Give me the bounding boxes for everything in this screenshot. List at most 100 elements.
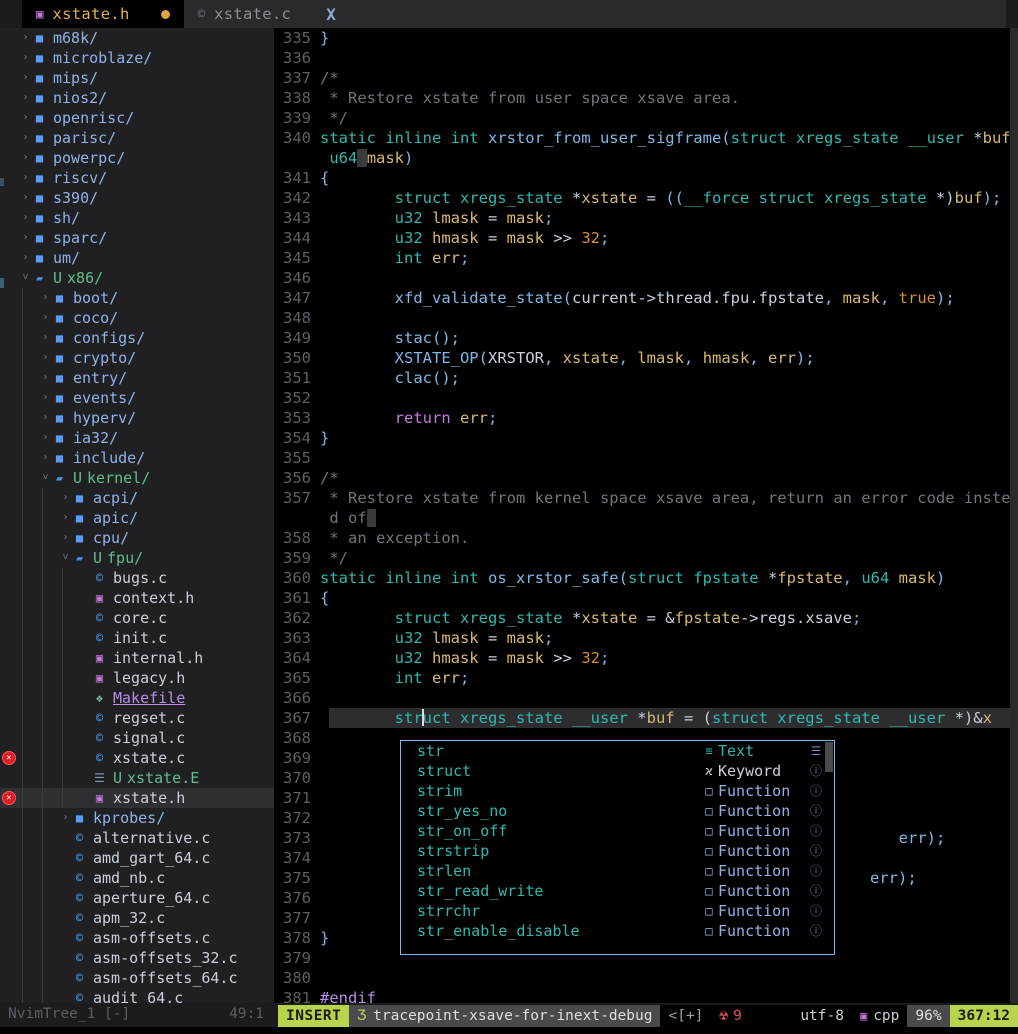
tree-item-x86-[interactable]: ˅ ▰ Ux86/ — [0, 268, 274, 288]
code-line[interactable]: 365 int err; — [274, 668, 1010, 688]
autocomplete-scrollbar[interactable] — [825, 742, 833, 772]
autocomplete-item[interactable]: str ≡ Text ☰ — [401, 741, 834, 761]
code-line[interactable]: u64 mask) — [274, 148, 1010, 168]
code-line[interactable]: 362 struct xregs_state *xstate = &fpstat… — [274, 608, 1010, 628]
tree-item-include-[interactable]: › ■ include/ — [0, 448, 274, 468]
chevron-right-icon[interactable]: › — [60, 808, 71, 828]
code-line-current[interactable]: 367 struct xregs_state __user *buf = (st… — [274, 708, 1010, 728]
tree-item-ia32-[interactable]: › ■ ia32/ — [0, 428, 274, 448]
code-line[interactable]: 348 — [274, 308, 1010, 328]
code-line[interactable]: 335} — [274, 28, 1010, 48]
code-line[interactable]: 343 u32 lmask = mask; — [274, 208, 1010, 228]
tree-item-context-h[interactable]: ▣ context.h — [0, 588, 274, 608]
tree-item-asm-offsets_64-c[interactable]: © asm-offsets_64.c — [0, 968, 274, 988]
chevron-right-icon[interactable]: › — [40, 388, 51, 408]
tree-item-core-c[interactable]: © core.c — [0, 608, 274, 628]
code-line[interactable]: 360 static inline int os_xrstor_safe(stru… — [274, 568, 1010, 588]
tree-item-s390-[interactable]: › ■ s390/ — [0, 188, 274, 208]
tree-item-xstate-h[interactable]: ✕ ▣ xstate.h — [0, 788, 274, 808]
code-line[interactable]: 380 — [274, 968, 1010, 988]
code-line[interactable]: 345 int err; — [274, 248, 1010, 268]
code-line[interactable]: 351 clac(); — [274, 368, 1010, 388]
tree-item-aperture_64-c[interactable]: © aperture_64.c — [0, 888, 274, 908]
code-line[interactable]: 336 — [274, 48, 1010, 68]
code-line[interactable]: 359 */ — [274, 548, 1010, 568]
tree-item-xstate-c[interactable]: ✕ © xstate.c — [0, 748, 274, 768]
tree-item-entry-[interactable]: › ■ entry/ — [0, 368, 274, 388]
tree-item-apm_32-c[interactable]: © apm_32.c — [0, 908, 274, 928]
code-line[interactable]: 358 * an exception. — [274, 528, 1010, 548]
tree-item-sh-[interactable]: › ■ sh/ — [0, 208, 274, 228]
tree-item-fpu-[interactable]: ˅ ▰ Ufpu/ — [0, 548, 274, 568]
autocomplete-item[interactable]: strrchr □ Function ⓘ — [401, 901, 834, 921]
code-line[interactable]: 349 stac(); — [274, 328, 1010, 348]
tree-item-internal-h[interactable]: ▣ internal.h — [0, 648, 274, 668]
tree-item-nios2-[interactable]: › ■ nios2/ — [0, 88, 274, 108]
chevron-right-icon[interactable]: › — [40, 448, 51, 468]
tree-item-asm-offsets-c[interactable]: © asm-offsets.c — [0, 928, 274, 948]
tree-item-microblaze-[interactable]: › ■ microblaze/ — [0, 48, 274, 68]
autocomplete-item[interactable]: strim □ Function ⓘ — [401, 781, 834, 801]
chevron-right-icon[interactable]: › — [60, 508, 71, 528]
tree-item-cpu-[interactable]: › ■ cpu/ — [0, 528, 274, 548]
code-line[interactable]: 337 /* — [274, 68, 1010, 88]
chevron-right-icon[interactable]: › — [20, 188, 31, 208]
statusline-diagnostics[interactable]: ☢ 9 — [711, 1005, 750, 1027]
tree-item-legacy-h[interactable]: ▣ legacy.h — [0, 668, 274, 688]
tree-item-xstate-E[interactable]: ☰ Uxstate.E — [0, 768, 274, 788]
chevron-down-icon[interactable]: ˅ — [60, 548, 71, 568]
chevron-down-icon[interactable]: ˅ — [20, 268, 31, 288]
chevron-right-icon[interactable]: › — [40, 348, 51, 368]
code-line[interactable]: 352 — [274, 388, 1010, 408]
chevron-right-icon[interactable]: › — [20, 208, 31, 228]
tree-item-amd_nb-c[interactable]: © amd_nb.c — [0, 868, 274, 888]
tree-item-openrisc-[interactable]: › ■ openrisc/ — [0, 108, 274, 128]
code-line[interactable]: 339 */ — [274, 108, 1010, 128]
autocomplete-item[interactable]: strlen □ Function ⓘ — [401, 861, 834, 881]
editor-scrollbar[interactable] — [1010, 28, 1018, 1003]
chevron-right-icon[interactable]: › — [20, 108, 31, 128]
tab-xstate-c[interactable]: © xstate.c X — [183, 0, 350, 28]
code-line[interactable]: 342 struct xregs_state *xstate = ((__for… — [274, 188, 1010, 208]
code-line[interactable]: 347 xfd_validate_state(current->thread.f… — [274, 288, 1010, 308]
tree-item-m68k-[interactable]: › ■ m68k/ — [0, 28, 274, 48]
tree-item-parisc-[interactable]: › ■ parisc/ — [0, 128, 274, 148]
tree-item-kprobes-[interactable]: › ■ kprobes/ — [0, 808, 274, 828]
tree-item-powerpc-[interactable]: › ■ powerpc/ — [0, 148, 274, 168]
tree-item-kernel-[interactable]: ˅ ▰ Ukernel/ — [0, 468, 274, 488]
tree-item-configs-[interactable]: › ■ configs/ — [0, 328, 274, 348]
chevron-right-icon[interactable]: › — [20, 28, 31, 48]
code-line[interactable]: 381 #endif — [274, 988, 1010, 1003]
autocomplete-item[interactable]: str_enable_disable □ Function ⓘ — [401, 921, 834, 941]
tree-item-bugs-c[interactable]: © bugs.c — [0, 568, 274, 588]
tree-item-boot-[interactable]: › ■ boot/ — [0, 288, 274, 308]
code-line[interactable]: 346 — [274, 268, 1010, 288]
tab-xstate-h[interactable]: ▣ xstate.h — [22, 0, 184, 28]
tree-item-events-[interactable]: › ■ events/ — [0, 388, 274, 408]
tree-item-apic-[interactable]: › ■ apic/ — [0, 508, 274, 528]
tree-item-asm-offsets_32-c[interactable]: © asm-offsets_32.c — [0, 948, 274, 968]
code-line[interactable]: 340 static inline int xrstor_from_user_si… — [274, 128, 1010, 148]
code-line[interactable]: 341 { — [274, 168, 1010, 188]
chevron-right-icon[interactable]: › — [20, 128, 31, 148]
code-line[interactable]: 366 — [274, 688, 1010, 708]
chevron-right-icon[interactable]: › — [60, 528, 71, 548]
autocomplete-item[interactable]: str_yes_no □ Function ⓘ — [401, 801, 834, 821]
chevron-right-icon[interactable]: › — [20, 168, 31, 188]
chevron-right-icon[interactable]: › — [40, 368, 51, 388]
close-icon[interactable]: X — [326, 5, 336, 24]
code-line[interactable]: 344 u32 hmask = mask >> 32; — [274, 228, 1010, 248]
autocomplete-popup[interactable]: str ≡ Text ☰ struct ϰ Keyword ⓘ strim □ Function ⓘ s… — [400, 740, 835, 955]
chevron-right-icon[interactable]: › — [20, 248, 31, 268]
file-explorer[interactable]: › ■ m68k/ › ■ microblaze/ › ■ mips/ › ■ nios2/ › ■ ope… — [0, 28, 274, 1012]
tree-item-crypto-[interactable]: › ■ crypto/ — [0, 348, 274, 368]
code-line[interactable]: 361 { — [274, 588, 1010, 608]
autocomplete-item[interactable]: strstrip □ Function ⓘ — [401, 841, 834, 861]
code-line[interactable]: 364 u32 hmask = mask >> 32; — [274, 648, 1010, 668]
tree-item-riscv-[interactable]: › ■ riscv/ — [0, 168, 274, 188]
chevron-right-icon[interactable]: › — [60, 488, 71, 508]
chevron-right-icon[interactable]: › — [20, 48, 31, 68]
autocomplete-item[interactable]: str_on_off □ Function ⓘ — [401, 821, 834, 841]
code-line[interactable]: 355 — [274, 448, 1010, 468]
tree-item-sparc-[interactable]: › ■ sparc/ — [0, 228, 274, 248]
